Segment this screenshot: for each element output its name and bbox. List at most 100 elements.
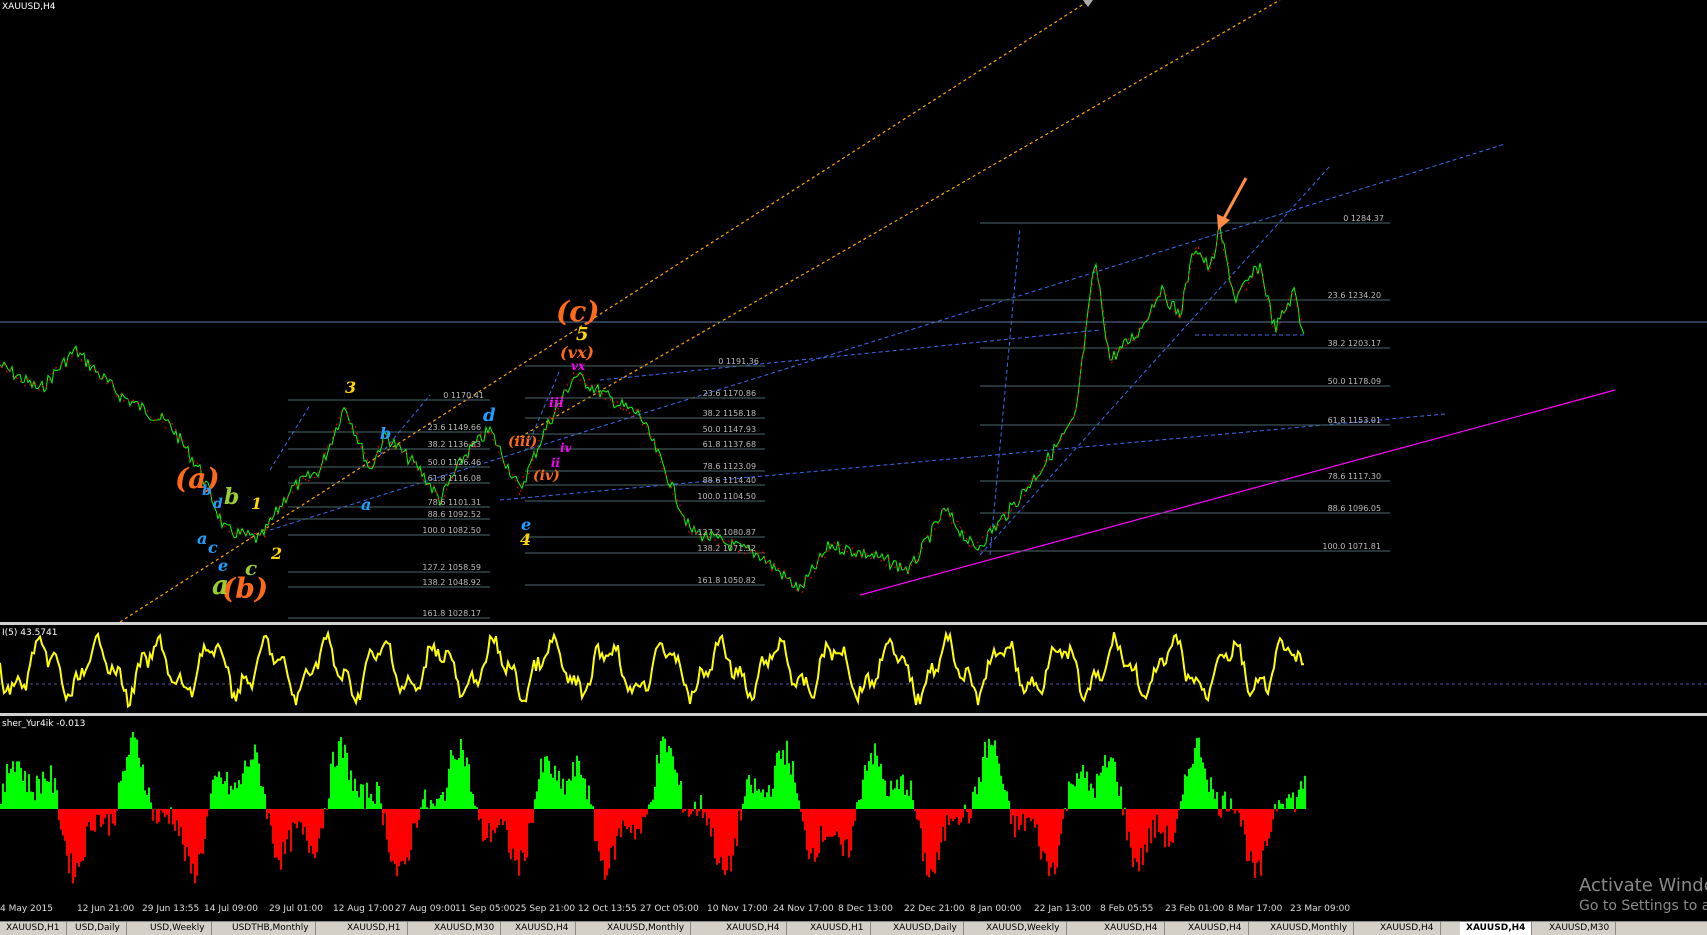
- fisher-bar: [236, 788, 238, 809]
- fisher-bar: [768, 785, 770, 809]
- fisher-bar: [538, 779, 540, 809]
- fisher-bar: [1192, 764, 1194, 809]
- fisher-bar: [800, 809, 802, 812]
- time-axis-label: 27 Oct 05:00: [640, 904, 699, 914]
- fisher-bar: [930, 809, 932, 869]
- fisher-bar: [436, 799, 438, 809]
- chart-tab[interactable]: XAUUSD,H1: [341, 922, 408, 935]
- fisher-bar: [1044, 809, 1046, 853]
- chart-tab[interactable]: USD,Daily: [69, 922, 127, 935]
- fisher-bar: [788, 763, 790, 809]
- fisher-bar: [174, 809, 176, 831]
- fisher-bar: [272, 809, 274, 844]
- chart-tab[interactable]: XAUUSD,Monthly: [601, 922, 691, 935]
- chart-tab[interactable]: USDTHB,Monthly: [226, 922, 316, 935]
- chart-tab[interactable]: XAUUSD,H4: [1460, 922, 1532, 935]
- fisher-bar: [1106, 767, 1108, 809]
- fisher-bar: [964, 805, 966, 809]
- fisher-bar: [446, 788, 448, 809]
- fisher-bar: [644, 809, 646, 817]
- chart-tab[interactable]: XAUUSD,M30: [428, 922, 501, 935]
- fisher-bar: [484, 809, 486, 840]
- fisher-bar: [510, 809, 512, 859]
- chart-tab[interactable]: XAUUSD,H4: [1374, 922, 1441, 935]
- fisher-bar: [954, 809, 956, 819]
- wave-label: 5: [576, 324, 589, 345]
- fisher-bar: [718, 809, 720, 863]
- fisher-bar: [270, 809, 272, 826]
- fisher-bar: [372, 801, 374, 809]
- fisher-bar: [950, 809, 952, 819]
- fisher-bar: [1148, 809, 1150, 828]
- chart-tab[interactable]: XAUUSD,H4: [509, 922, 576, 935]
- fisher-bar: [1244, 809, 1246, 835]
- fib-level-label: 38.2 1203.17: [1328, 339, 1381, 348]
- fisher-bar: [802, 809, 804, 822]
- fisher-bar: [1168, 809, 1170, 847]
- fisher-bar: [180, 809, 182, 827]
- fisher-bar: [116, 809, 118, 811]
- price-chart[interactable]: [0, 0, 1707, 622]
- fisher-bar: [346, 753, 348, 809]
- fisher-bar: [418, 809, 420, 820]
- chart-tab[interactable]: USD,Weekly: [144, 922, 212, 935]
- fisher-bar: [138, 758, 140, 809]
- fisher-bar: [616, 809, 618, 836]
- fisher-indicator-panel[interactable]: [0, 716, 1707, 896]
- fisher-histogram: [0, 732, 1306, 884]
- chart-tab[interactable]: XAUUSD,Weekly: [980, 922, 1067, 935]
- rsi-indicator-panel[interactable]: [0, 625, 1707, 713]
- chart-tab[interactable]: XAUUSD,H4: [1098, 922, 1165, 935]
- fisher-bar: [226, 772, 228, 809]
- fisher-bar: [1298, 790, 1300, 809]
- fisher-bar: [438, 798, 440, 809]
- fisher-bar: [1290, 798, 1292, 809]
- fisher-bar: [780, 759, 782, 809]
- chart-tab[interactable]: XAUUSD,Daily: [887, 922, 964, 935]
- fisher-bar: [1232, 809, 1234, 810]
- time-axis-label: 12 Oct 13:55: [578, 904, 637, 914]
- fisher-bar: [432, 803, 434, 809]
- chart-tab[interactable]: XAUUSD,H4: [1182, 922, 1249, 935]
- fisher-bar: [576, 756, 578, 809]
- fisher-bar: [374, 804, 376, 809]
- fisher-bar: [704, 809, 706, 813]
- fisher-bar: [552, 778, 554, 809]
- chart-tab[interactable]: XAUUSD,Monthly: [1264, 922, 1354, 935]
- chart-tab[interactable]: XAUUSD,H1: [804, 922, 871, 935]
- wave-label: vx: [571, 359, 585, 373]
- fisher-bar: [176, 809, 178, 820]
- fisher-bar: [1008, 801, 1010, 809]
- fib-level-label: 138.2 1071.32: [697, 544, 756, 553]
- fisher-bar: [1260, 809, 1262, 876]
- fisher-bar: [358, 797, 360, 809]
- fisher-bar: [210, 793, 212, 809]
- scroll-marker-icon[interactable]: [1083, 0, 1093, 7]
- fisher-bar: [1206, 780, 1208, 809]
- fisher-bar: [392, 809, 394, 861]
- time-axis-label: 23 Mar 09:00: [1290, 904, 1350, 914]
- fib-level-label: 0 1284.37: [1343, 214, 1384, 223]
- fisher-bar: [296, 809, 298, 828]
- fisher-bar: [1224, 792, 1226, 809]
- activation-watermark-line2: Go to Settings to ac: [1579, 898, 1707, 914]
- fisher-bar: [166, 809, 168, 815]
- chart-tab[interactable]: XAUUSD,H4: [720, 922, 787, 935]
- fisher-bar: [868, 761, 870, 809]
- fisher-bar: [452, 755, 454, 809]
- chart-tab[interactable]: XAUUSD,M30: [1543, 922, 1616, 935]
- fisher-bar: [402, 809, 404, 861]
- fisher-bar: [88, 809, 90, 822]
- chart-tab[interactable]: XAUUSD,H1: [0, 922, 67, 935]
- fisher-bar: [734, 809, 736, 838]
- fisher-bar: [854, 809, 856, 821]
- fisher-bar: [376, 782, 378, 809]
- fisher-bar: [624, 809, 626, 826]
- fisher-bar: [82, 809, 84, 861]
- fisher-bar: [818, 809, 820, 853]
- fisher-bar: [1160, 809, 1162, 834]
- fisher-bar: [294, 809, 296, 824]
- fisher-bar: [450, 750, 452, 809]
- fisher-bar: [424, 790, 426, 809]
- fisher-bar: [1234, 809, 1236, 814]
